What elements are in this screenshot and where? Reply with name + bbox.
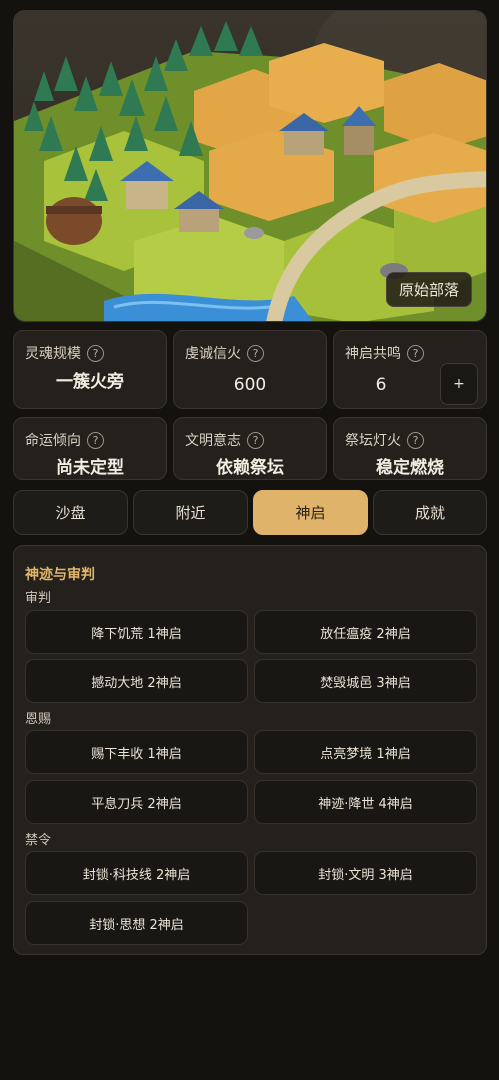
tab-nearby[interactable]: 附近 [133, 490, 248, 535]
section-label-judgment: 审判 [25, 591, 52, 606]
tab-sandbox[interactable]: 沙盘 [13, 490, 128, 535]
add-resonance-button[interactable]: + [440, 363, 478, 405]
help-icon[interactable]: ? [87, 431, 104, 449]
action-button[interactable]: 降下饥荒 1神启 [25, 610, 248, 654]
action-button[interactable]: 封锁·思想 2神启 [25, 901, 248, 945]
stat-card-faith-fire: 虔诚信火? 600 [173, 330, 327, 409]
help-icon[interactable]: ? [247, 344, 264, 362]
action-button[interactable]: 点亮梦境 1神启 [254, 730, 477, 774]
stat-value: 尚未定型 [56, 458, 124, 478]
help-icon[interactable]: ? [407, 431, 424, 449]
tab-achievements[interactable]: 成就 [373, 490, 487, 535]
stat-label: 神启共鸣 [345, 346, 401, 362]
stat-label: 祭坛灯火 [345, 433, 401, 449]
tab-revelation[interactable]: 神启 [253, 490, 368, 535]
stat-value: 6 [375, 375, 387, 395]
section-label-prohibition: 禁令 [25, 833, 52, 848]
stat-value: 依赖祭坛 [216, 458, 284, 478]
panel-title: 神迹与审判 [25, 567, 95, 583]
action-button[interactable]: 放任瘟疫 2神启 [254, 610, 477, 654]
stat-card-soul-scale: 灵魂规模? 一簇火旁 [13, 330, 167, 409]
action-button[interactable]: 封锁·科技线 2神启 [25, 851, 248, 895]
action-button[interactable]: 撼动大地 2神启 [25, 659, 248, 703]
stat-card-fate-tendency: 命运倾向? 尚未定型 [13, 417, 167, 480]
action-button[interactable]: 封锁·文明 3神启 [254, 851, 477, 895]
action-button[interactable]: 平息刀兵 2神启 [25, 780, 248, 824]
action-button[interactable]: 焚毁城邑 3神启 [254, 659, 477, 703]
help-icon[interactable]: ? [87, 344, 104, 362]
miracles-panel: 神迹与审判 审判 降下饥荒 1神启 放任瘟疫 2神启 撼动大地 2神启 焚毁城邑… [13, 545, 487, 955]
scene-era-label: 原始部落 [385, 272, 472, 307]
stat-label: 命运倾向 [25, 433, 81, 449]
stat-value: 一簇火旁 [56, 372, 124, 392]
sandbox-scene[interactable]: 原始部落 [13, 10, 487, 322]
action-button[interactable]: 神迹·降世 4神启 [254, 780, 477, 824]
stat-card-revelation-resonance: 神启共鸣? 6 + [333, 330, 487, 409]
action-button[interactable]: 赐下丰收 1神启 [25, 730, 248, 774]
stat-value: 600 [233, 375, 267, 395]
stat-card-civilization-will: 文明意志? 依赖祭坛 [173, 417, 327, 480]
stat-card-altar-flame: 祭坛灯火? 稳定燃烧 [333, 417, 487, 480]
section-label-blessing: 恩赐 [25, 712, 52, 727]
help-icon[interactable]: ? [407, 344, 424, 362]
stat-label: 文明意志 [185, 433, 241, 449]
stat-value: 稳定燃烧 [376, 458, 444, 478]
stat-label: 虔诚信火 [185, 346, 241, 362]
help-icon[interactable]: ? [247, 431, 264, 449]
stat-label: 灵魂规模 [25, 346, 81, 362]
